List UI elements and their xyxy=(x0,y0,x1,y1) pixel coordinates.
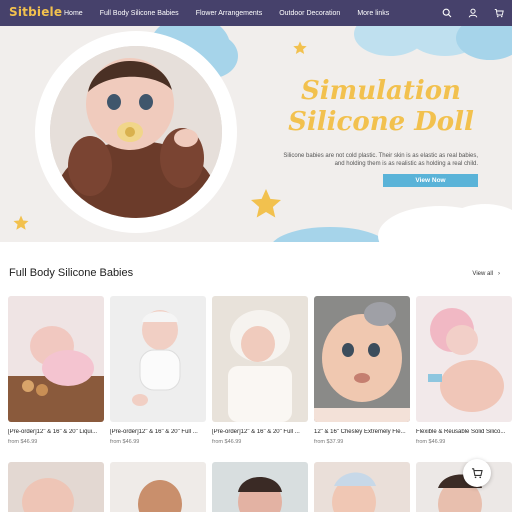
product-card[interactable]: [Pre-order]12" & 16" & 20" Full ... from… xyxy=(110,296,206,445)
product-price: from $37.99 xyxy=(314,439,344,445)
menu-item-home[interactable]: Home xyxy=(64,10,83,17)
menu-item-outdoor-decoration[interactable]: Outdoor Decoration xyxy=(279,10,340,17)
top-navigation: Sitbiele Home Full Body Silicone Babies … xyxy=(0,0,512,26)
product-card[interactable]: [Pre-order]12" & 16" & 20" Liqui... from… xyxy=(8,296,104,445)
hero-title: Simulation Silicone Doll xyxy=(268,76,494,138)
floating-cart-button[interactable] xyxy=(463,459,491,487)
search-icon[interactable] xyxy=(442,8,452,18)
view-all-label: View all xyxy=(472,271,493,277)
cart-icon xyxy=(471,468,483,479)
product-image[interactable] xyxy=(110,296,206,422)
product-name[interactable]: [Pre-order]12" & 16" & 20" Full ... xyxy=(212,429,308,435)
product-name[interactable]: [Pre-order]12" & 16" & 20" Liqui... xyxy=(8,429,104,435)
product-name[interactable]: Flexible & Reusable Solid Silico... xyxy=(416,429,512,435)
hero-baby-photo xyxy=(50,46,222,218)
nav-icons xyxy=(442,0,504,26)
product-price: from $46.99 xyxy=(212,439,242,445)
product-price: from $46.99 xyxy=(110,439,140,445)
product-name[interactable]: [Pre-order]12" & 16" & 20" Full ... xyxy=(110,429,206,435)
product-card[interactable]: Flexible & Reusable Solid Silico... from… xyxy=(416,296,512,445)
product-image[interactable] xyxy=(8,296,104,422)
cart-icon[interactable] xyxy=(494,8,504,18)
product-image[interactable] xyxy=(110,462,206,512)
hero-description: Silicone babies are not cold plastic. Th… xyxy=(262,152,478,168)
product-image[interactable] xyxy=(8,462,104,512)
hero-description-line1: Silicone babies are not cold plastic. Th… xyxy=(283,153,478,159)
hero-title-line2: Silicone Doll xyxy=(288,107,474,137)
product-image[interactable] xyxy=(416,296,512,422)
product-card[interactable]: [Pre-order]12" & 16" & 20" Full ... from… xyxy=(212,296,308,445)
site-logo[interactable]: Sitbiele xyxy=(9,5,62,19)
main-menu: Home Full Body Silicone Babies Flower Ar… xyxy=(64,0,406,26)
product-price: from $46.99 xyxy=(416,439,446,445)
hero-banner: Simulation Silicone Doll Silicone babies… xyxy=(0,26,512,242)
view-all-link[interactable]: View all › xyxy=(472,271,500,277)
account-icon[interactable] xyxy=(468,8,478,18)
menu-item-flower-arrangements[interactable]: Flower Arrangements xyxy=(196,10,263,17)
star-icon xyxy=(251,189,281,218)
product-image[interactable] xyxy=(212,462,308,512)
star-icon xyxy=(293,41,307,54)
baby-doll-image xyxy=(50,46,222,218)
section-title: Full Body Silicone Babies xyxy=(9,267,134,279)
hero-description-line2: and holding them is as realistic as hold… xyxy=(334,161,478,167)
chevron-right-icon: › xyxy=(498,271,500,277)
hero-photo-frame xyxy=(38,34,234,230)
menu-item-full-body-silicone-babies[interactable]: Full Body Silicone Babies xyxy=(100,10,179,17)
cloud-decoration-icon xyxy=(273,204,512,242)
product-card[interactable]: 12" & 16" Chesley Extremely Fle... from … xyxy=(314,296,410,445)
product-price: from $46.99 xyxy=(8,439,38,445)
product-image[interactable] xyxy=(212,296,308,422)
product-image[interactable] xyxy=(314,296,410,422)
star-icon xyxy=(13,215,29,230)
cloud-decoration-icon xyxy=(354,26,512,60)
view-now-button[interactable]: View Now xyxy=(383,174,478,187)
product-image[interactable] xyxy=(314,462,410,512)
hero-title-line1: Simulation xyxy=(301,76,461,106)
product-name[interactable]: 12" & 16" Chesley Extremely Fle... xyxy=(314,429,410,435)
menu-item-more-links[interactable]: More links xyxy=(357,10,389,17)
